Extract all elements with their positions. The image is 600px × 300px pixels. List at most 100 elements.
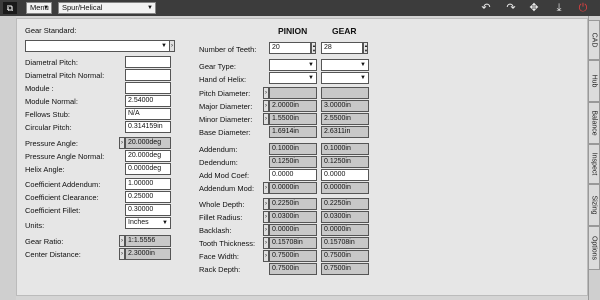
pinion-gear-type-select[interactable]: ▼ [269, 59, 317, 71]
pinion-major-diameter-field[interactable]: 2.0000in [269, 100, 317, 112]
right-label: Number of Teeth: [199, 45, 257, 54]
right-label: Whole Depth: [199, 200, 245, 209]
left-label: Gear Ratio: [25, 237, 64, 246]
chevron-down-icon: ▼ [360, 75, 366, 81]
gear-backlash-field[interactable]: 0.0000in [321, 224, 369, 236]
pinion-header: PINION [278, 26, 308, 36]
power-icon[interactable]: ⏻ [575, 1, 591, 15]
module-normal-field[interactable]: 2.54000 [125, 95, 171, 107]
units-value: Inches [128, 219, 149, 226]
tab-options[interactable]: Options [588, 226, 600, 270]
gear-dedendum-field[interactable]: 0.1250in [321, 156, 369, 168]
right-label: Fillet Radius: [199, 213, 243, 222]
pinion-pitch-diameter-field[interactable] [269, 87, 317, 99]
tab-balance-label: Balance [590, 110, 598, 136]
diametral-pitch-field[interactable] [125, 56, 171, 68]
gear-base-diameter-field[interactable]: 2.6311in [321, 126, 369, 138]
pinion-fillet-radius-field[interactable]: 0.0300in [269, 211, 317, 223]
chevron-down-icon: ▼ [43, 5, 49, 11]
right-label: Addendum Mod: [199, 184, 255, 193]
pinion-teeth-field[interactable]: 20 [269, 42, 311, 54]
pinion-teeth-spinner[interactable]: ▲ ▼ [311, 42, 316, 54]
gear-type-select-value: Spur/Helical [62, 3, 103, 12]
gear-whole-depth-field[interactable]: 0.2250in [321, 198, 369, 210]
gear-gear-type-select[interactable]: ▼ [321, 59, 369, 71]
gear-add-mod-coef-field[interactable]: 0.0000 [321, 169, 369, 181]
chevron-down-icon: ▼ [308, 75, 314, 81]
right-label: Major Diameter: [199, 102, 253, 111]
pinion-helix-hand-select[interactable]: ▼ [269, 72, 317, 84]
tab-inspect[interactable]: Inspect [588, 144, 600, 184]
left-label: Fellows Stub: [25, 110, 71, 119]
network-icon[interactable]: ✥ [526, 1, 542, 15]
app-logo: ⧉ [3, 2, 17, 14]
gear-addendum-mod-field[interactable]: 0.0000in [321, 182, 369, 194]
right-label: Tooth Thickness: [199, 239, 256, 248]
gear-pitch-diameter-field[interactable] [321, 87, 369, 99]
gear-major-diameter-field[interactable]: 3.0000in [321, 100, 369, 112]
gear-face-width-field[interactable]: 0.7500in [321, 250, 369, 262]
gear-teeth-field[interactable]: 28 [321, 42, 363, 54]
helix-angle-field[interactable]: 0.0000deg [125, 163, 171, 175]
right-label: Dedendum: [199, 158, 238, 167]
gear-addendum-field[interactable]: 0.1000in [321, 143, 369, 155]
pinion-addendum-field[interactable]: 0.1000in [269, 143, 317, 155]
chevron-down-icon: ▼ [360, 62, 366, 68]
module-field[interactable] [125, 82, 171, 94]
pinion-backlash-field[interactable]: 0.0000in [269, 224, 317, 236]
pinion-rack-depth-field[interactable]: 0.7500in [269, 263, 317, 275]
tab-inspect-label: Inspect [590, 152, 598, 176]
left-label: Center Distance: [25, 250, 81, 259]
right-label: Hand of Helix: [199, 75, 247, 84]
gear-standard-label: Gear Standard: [25, 26, 77, 35]
coefficient-fillet-field[interactable]: 0.30000 [125, 204, 171, 216]
left-label: Diametral Pitch: [25, 58, 78, 67]
circular-pitch-field[interactable]: 0.314159in [125, 121, 171, 133]
tab-balance[interactable]: Balance [588, 102, 600, 144]
right-label: Minor Diameter: [199, 115, 253, 124]
pressure-angle-normal-field[interactable]: 20.000deg [125, 150, 171, 162]
left-label: Module : [25, 84, 54, 93]
redo-icon[interactable]: ↷ [503, 1, 519, 15]
pinion-minor-diameter-field[interactable]: 1.5500in [269, 113, 317, 125]
pinion-base-diameter-field[interactable]: 1.6914in [269, 126, 317, 138]
diametral-pitch-normal-field[interactable] [125, 69, 171, 81]
gear-rack-depth-field[interactable]: 0.7500in [321, 263, 369, 275]
left-sidebar [0, 16, 16, 300]
pressure-angle-field[interactable]: 20.000deg [125, 137, 171, 149]
left-label: Diametral Pitch Normal: [25, 71, 105, 80]
pinion-face-width-field[interactable]: 0.7500in [269, 250, 317, 262]
chevron-down-icon: ▼ [147, 5, 153, 11]
left-label: Helix Angle: [25, 165, 65, 174]
gear-type-select[interactable]: Spur/Helical ▼ [58, 2, 156, 14]
coefficient-clearance-field[interactable]: 0.25000 [125, 191, 171, 203]
pinion-whole-depth-field[interactable]: 0.2250in [269, 198, 317, 210]
left-label: Coefficient Fillet: [25, 206, 81, 215]
left-label: Units: [25, 221, 45, 230]
gear-standard-arrow-icon[interactable]: › [169, 40, 175, 52]
gear-standard-select[interactable]: ▼ [25, 40, 170, 52]
download-icon[interactable]: ⤓ [551, 1, 567, 15]
center-distance-field[interactable]: 2.3000in [125, 248, 171, 260]
pinion-tooth-thickness-field[interactable]: 0.15708in [269, 237, 317, 249]
left-label: Pressure Angle Normal: [25, 152, 105, 161]
pinion-dedendum-field[interactable]: 0.1250in [269, 156, 317, 168]
left-label: Circular Pitch: [25, 123, 72, 132]
chevron-down-icon: ▼ [162, 220, 168, 226]
undo-icon[interactable]: ↶ [478, 1, 494, 15]
gear-teeth-spinner[interactable]: ▲ ▼ [363, 42, 368, 54]
coefficient-addendum-field[interactable]: 1.00000 [125, 178, 171, 190]
gear-helix-hand-select[interactable]: ▼ [321, 72, 369, 84]
menu-dropdown[interactable]: Menu ▼ [26, 2, 52, 14]
pinion-add-mod-coef-field[interactable]: 0.0000 [269, 169, 317, 181]
gear-ratio-field[interactable]: 1:1.5556 [125, 235, 171, 247]
pinion-addendum-mod-field[interactable]: 0.0000in [269, 182, 317, 194]
gear-fillet-radius-field[interactable]: 0.0300in [321, 211, 369, 223]
tab-hub[interactable]: Hub [588, 60, 600, 102]
units-select[interactable]: Inches ▼ [125, 217, 171, 229]
tab-cad[interactable]: CAD [588, 20, 600, 60]
gear-minor-diameter-field[interactable]: 2.5500in [321, 113, 369, 125]
fellows-stub-field[interactable]: N/A [125, 108, 171, 120]
gear-tooth-thickness-field[interactable]: 0.15708in [321, 237, 369, 249]
tab-sizing[interactable]: Sizing [588, 184, 600, 226]
